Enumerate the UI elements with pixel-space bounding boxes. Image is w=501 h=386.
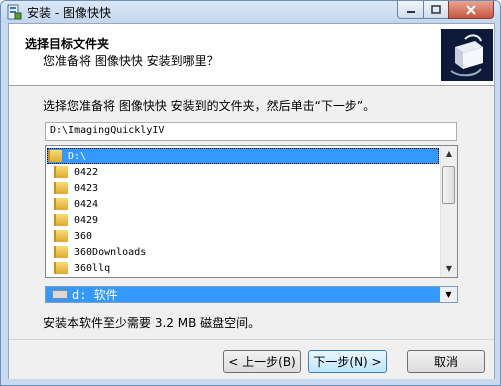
folder-icon	[54, 198, 68, 210]
folder-icon	[54, 230, 68, 242]
close-icon	[466, 4, 476, 15]
folder-name: 0422	[74, 166, 99, 178]
folder-open-icon	[48, 150, 62, 162]
instructions-text: 选择您准备将 图像快快 安装到的文件夹，然后单击“下一步”。	[43, 99, 376, 113]
window-title: 安装 - 图像快快	[27, 6, 111, 20]
install-path-input[interactable]: D:\ImagingQuicklyIV	[45, 122, 457, 141]
folder-name: 360llq	[74, 262, 111, 274]
folder-icon	[54, 166, 68, 178]
scrollbar-thumb[interactable]	[442, 166, 455, 204]
installer-window: 安装 - 图像快快 选择目标文件夹 您准备将 图像快快 安装到哪里？ 选择您准备…	[0, 0, 501, 386]
footer-divider	[9, 339, 494, 340]
list-item[interactable]: 0429	[54, 212, 446, 228]
list-item[interactable]: 0422	[54, 164, 446, 180]
list-item[interactable]: 360Downloads	[54, 244, 446, 260]
folder-name: 0424	[74, 198, 99, 210]
installer-app-icon	[7, 4, 22, 20]
list-item[interactable]: D:\	[47, 148, 439, 164]
back-button[interactable]: < 上一步(B)	[223, 350, 301, 373]
wizard-content: 选择目标文件夹 您准备将 图像快快 安装到哪里？ 选择您准备将 图像快快 安装到…	[8, 23, 495, 379]
page-subtitle: 您准备将 图像快快 安装到哪里？	[43, 54, 219, 68]
folder-name: D:\	[68, 150, 87, 162]
folder-icon	[54, 262, 68, 274]
wizard-header: 选择目标文件夹 您准备将 图像快快 安装到哪里？	[9, 24, 494, 86]
scroll-up-icon[interactable]: ▲	[441, 146, 457, 162]
list-item[interactable]: 360llq	[54, 260, 446, 276]
drive-icon	[52, 290, 68, 299]
directory-scrollbar[interactable]: ▲ ▼	[440, 146, 457, 277]
folder-name: 0423	[74, 182, 99, 194]
minimize-icon	[406, 10, 415, 13]
folder-name: 360	[74, 230, 93, 242]
folder-icon	[54, 246, 68, 258]
chevron-down-icon[interactable]: ▼	[440, 287, 457, 302]
page-title: 选择目标文件夹	[25, 37, 110, 51]
list-item[interactable]: 360	[54, 228, 446, 244]
directory-list[interactable]: D:\ 0422 0423 0424 0429 360 360Downloads…	[45, 145, 458, 278]
title-bar[interactable]: 安装 - 图像快快	[1, 1, 500, 23]
list-item[interactable]: 0423	[54, 180, 446, 196]
installer-logo-icon	[441, 29, 493, 81]
drive-select[interactable]: d: 软件 ▼	[45, 286, 458, 303]
folder-name: 0429	[74, 214, 99, 226]
cancel-button[interactable]: 取消	[407, 350, 485, 373]
space-required-text: 安装本软件至少需要 3.2 MB 磁盘空间。	[43, 316, 261, 330]
folder-icon	[54, 214, 68, 226]
scroll-down-icon[interactable]: ▼	[441, 261, 457, 277]
minimize-button[interactable]	[397, 1, 424, 19]
maximize-button[interactable]	[423, 1, 449, 19]
next-button[interactable]: 下一步(N) >	[308, 350, 387, 373]
drive-selected-value: d: 软件	[72, 288, 118, 302]
folder-name: 360Downloads	[74, 246, 147, 258]
folder-icon	[54, 182, 68, 194]
maximize-icon	[431, 5, 441, 14]
close-button[interactable]	[448, 1, 494, 19]
list-item[interactable]: 0424	[54, 196, 446, 212]
